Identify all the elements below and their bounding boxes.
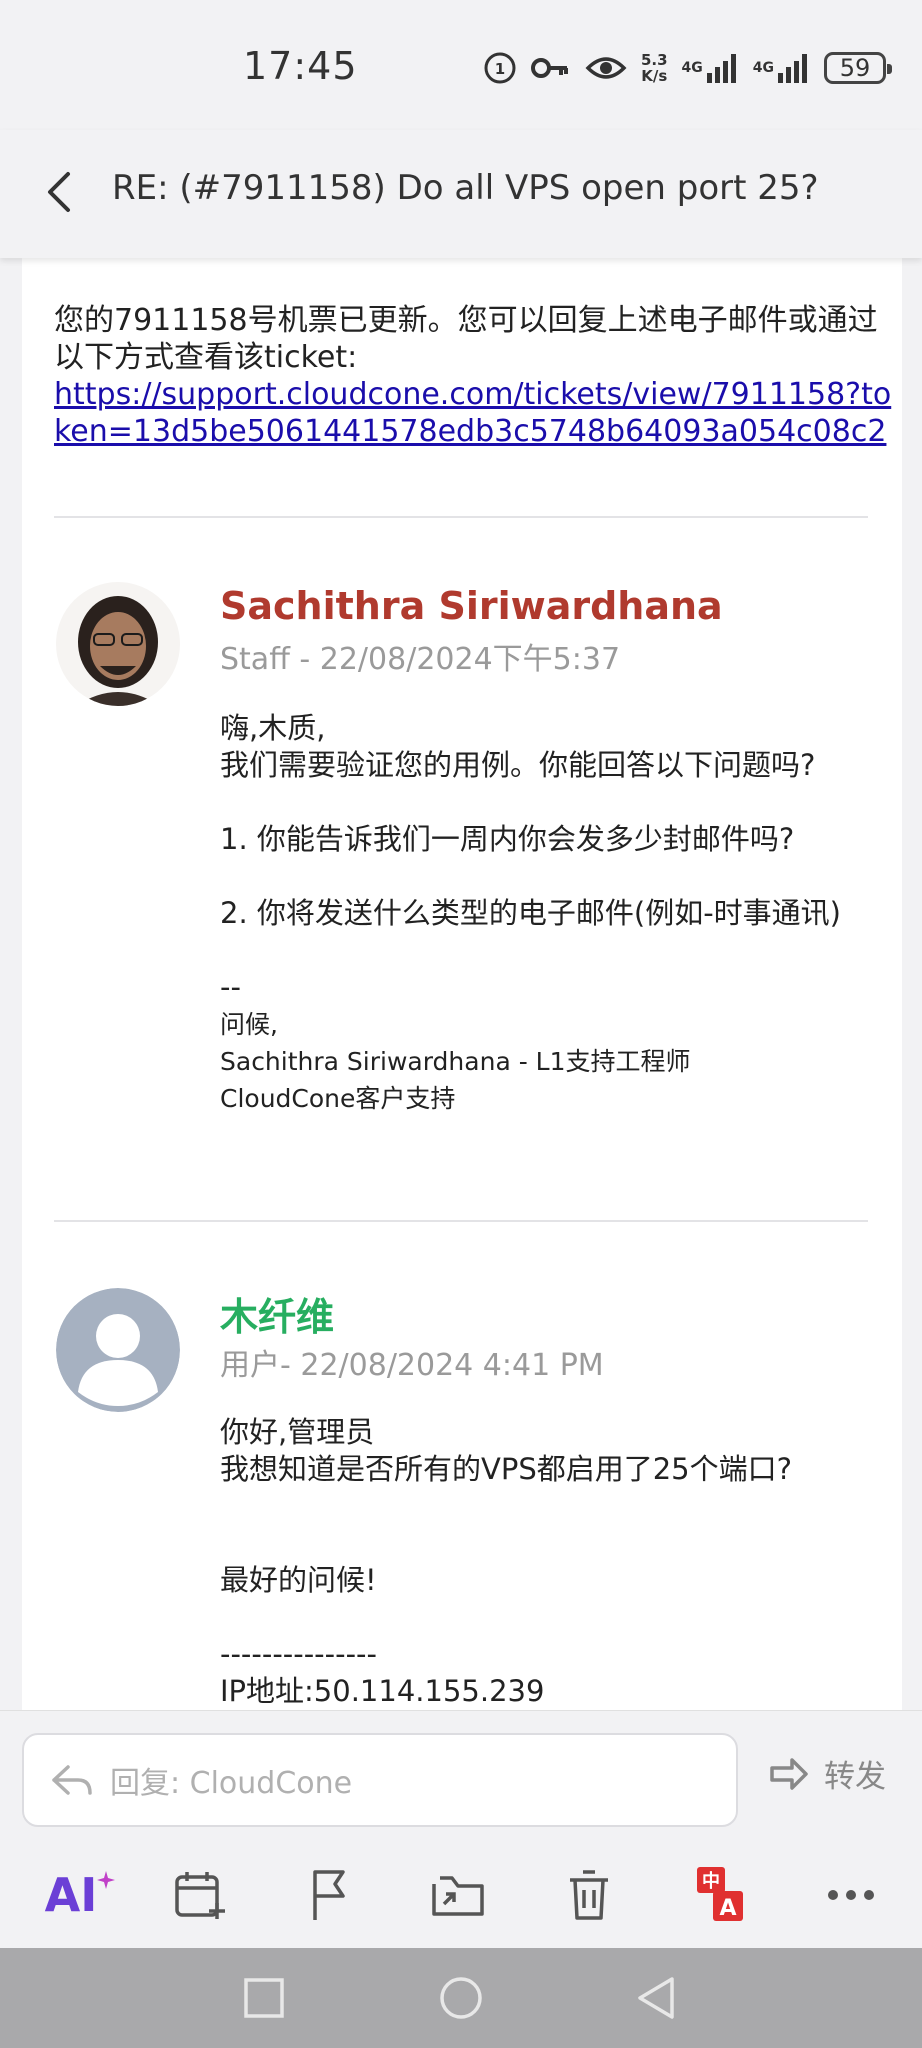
signature-line: 问候, — [220, 1010, 278, 1039]
status-icons: 1 5.3 K/s 4G 4G 59 — [483, 46, 892, 90]
reply-arrow-icon — [52, 1765, 92, 1795]
folder-move-icon — [432, 1876, 484, 1916]
author-name: 木纤维 — [220, 1295, 335, 1339]
message-line — [220, 932, 900, 969]
ai-label: AI — [44, 1868, 98, 1922]
battery-indicator: 59 — [824, 52, 892, 84]
ticket-link[interactable]: https://support.cloudcone.com/tickets/vi… — [54, 377, 891, 449]
author-name: Sachithra Siriwardhana — [220, 584, 723, 628]
translate-a-text: A — [719, 1896, 736, 1921]
avatar-user — [56, 1288, 180, 1412]
translate-button[interactable]: 中 A — [684, 1860, 754, 1930]
message-line — [220, 858, 900, 895]
message-line: 最好的问候! — [220, 1563, 377, 1597]
triangle-back-icon — [638, 1977, 674, 2019]
message-line — [220, 1488, 900, 1525]
net-type-1: 4G — [681, 60, 703, 76]
avatar-staff — [56, 582, 180, 706]
signal-2: 4G — [753, 53, 810, 83]
reply-input[interactable]: 回复: CloudCone — [22, 1733, 738, 1827]
message-line — [220, 784, 900, 821]
circle-icon — [440, 1977, 482, 2019]
forward-arrow-icon — [770, 1757, 808, 1790]
translate-icon: 中 A — [697, 1867, 743, 1921]
message-line: 嗨,木质, — [220, 711, 326, 745]
trash-icon — [570, 1870, 608, 1920]
home-button[interactable] — [431, 1970, 491, 2026]
intro-text: 您的7911158号机票已更新。您可以回复上述电子邮件或通过以下方式查看该tic… — [54, 303, 878, 375]
divider — [54, 516, 868, 518]
network-speed: 5.3 K/s — [641, 52, 668, 84]
message-body: 嗨,木质, 我们需要验证您的用例。你能回答以下问题吗? 1. 你能告诉我们一周内… — [220, 710, 900, 1117]
forward-button[interactable]: 转发 — [768, 1751, 886, 1796]
move-button[interactable] — [424, 1860, 494, 1930]
status-bar: 17:45 1 5.3 K/s 4G 4G 59 — [0, 0, 922, 130]
more-button[interactable] — [816, 1860, 886, 1930]
signal-1: 4G — [682, 53, 739, 83]
delete-button[interactable] — [554, 1860, 624, 1930]
divider — [54, 1220, 868, 1222]
back-button[interactable] — [38, 166, 82, 218]
message-line: 1. 你能告诉我们一周内你会发多少封邮件吗? — [220, 822, 795, 856]
recents-button[interactable] — [234, 1970, 294, 2026]
forward-label: 转发 — [824, 1759, 886, 1795]
default-avatar-icon — [56, 1288, 180, 1412]
square-icon — [244, 1978, 284, 2018]
message-line — [220, 1525, 900, 1562]
key-icon — [530, 53, 571, 83]
system-nav-bar — [0, 1948, 922, 2048]
message-line: -- — [220, 970, 241, 1004]
mail-thread[interactable]: 您的7911158号机票已更新。您可以回复上述电子邮件或通过以下方式查看该tic… — [22, 258, 902, 1710]
signature-line: CloudCone客户支持 — [220, 1084, 456, 1113]
mail-header: RE: (#7911158) Do all VPS open port 25? — [0, 130, 922, 258]
message-line: 2. 你将发送什么类型的电子邮件(例如-时事通讯) — [220, 896, 841, 930]
speed-unit: K/s — [641, 67, 668, 85]
message-line: 我们需要验证您的用例。你能回答以下问题吗? — [220, 748, 816, 782]
signal-bars-icon — [778, 54, 807, 83]
mail-subject: RE: (#7911158) Do all VPS open port 25? — [112, 168, 819, 208]
message-line: 你好,管理员 — [220, 1415, 375, 1449]
calendar-add-icon — [175, 1872, 225, 1919]
flag-button[interactable] — [296, 1860, 366, 1930]
eye-icon — [585, 53, 627, 83]
reply-bar: 回复: CloudCone 转发 — [0, 1710, 922, 1842]
signal-bars-icon — [706, 54, 736, 83]
message-meta: 用户- 22/08/2024 4:41 PM — [220, 1348, 604, 1383]
net-type-2: 4G — [752, 60, 774, 76]
message-body: 你好,管理员 我想知道是否所有的VPS都启用了25个端口? 最好的问候! ---… — [220, 1414, 900, 1710]
action-toolbar: AI 中 A — [0, 1842, 922, 1948]
message-line: 我想知道是否所有的VPS都启用了25个端口? — [220, 1452, 793, 1486]
ticket-update-notice: 您的7911158号机票已更新。您可以回复上述电子邮件或通过以下方式查看该tic… — [54, 302, 894, 450]
message-line — [220, 1599, 900, 1636]
calendar-add-button[interactable] — [166, 1860, 236, 1930]
translate-zh-text: 中 — [702, 1870, 720, 1892]
sparkle-icon — [97, 1871, 116, 1889]
message-meta: Staff - 22/08/2024下午5:37 — [220, 642, 621, 677]
ai-button[interactable]: AI — [40, 1860, 120, 1930]
chevron-left-icon — [48, 172, 70, 212]
svg-text:1: 1 — [495, 60, 505, 78]
reply-placeholder: 回复: CloudCone — [110, 1766, 353, 1801]
message-line: --------------- — [220, 1637, 377, 1671]
back-nav-button[interactable] — [626, 1970, 686, 2026]
hd-call-icon: 1 — [483, 51, 517, 85]
signature-line: Sachithra Siriwardhana - L1支持工程师 — [220, 1047, 691, 1076]
message-line: IP地址:50.114.155.239 — [220, 1674, 545, 1708]
flag-icon — [313, 1870, 345, 1920]
status-time: 17:45 — [243, 44, 358, 88]
more-icon — [828, 1890, 874, 1900]
